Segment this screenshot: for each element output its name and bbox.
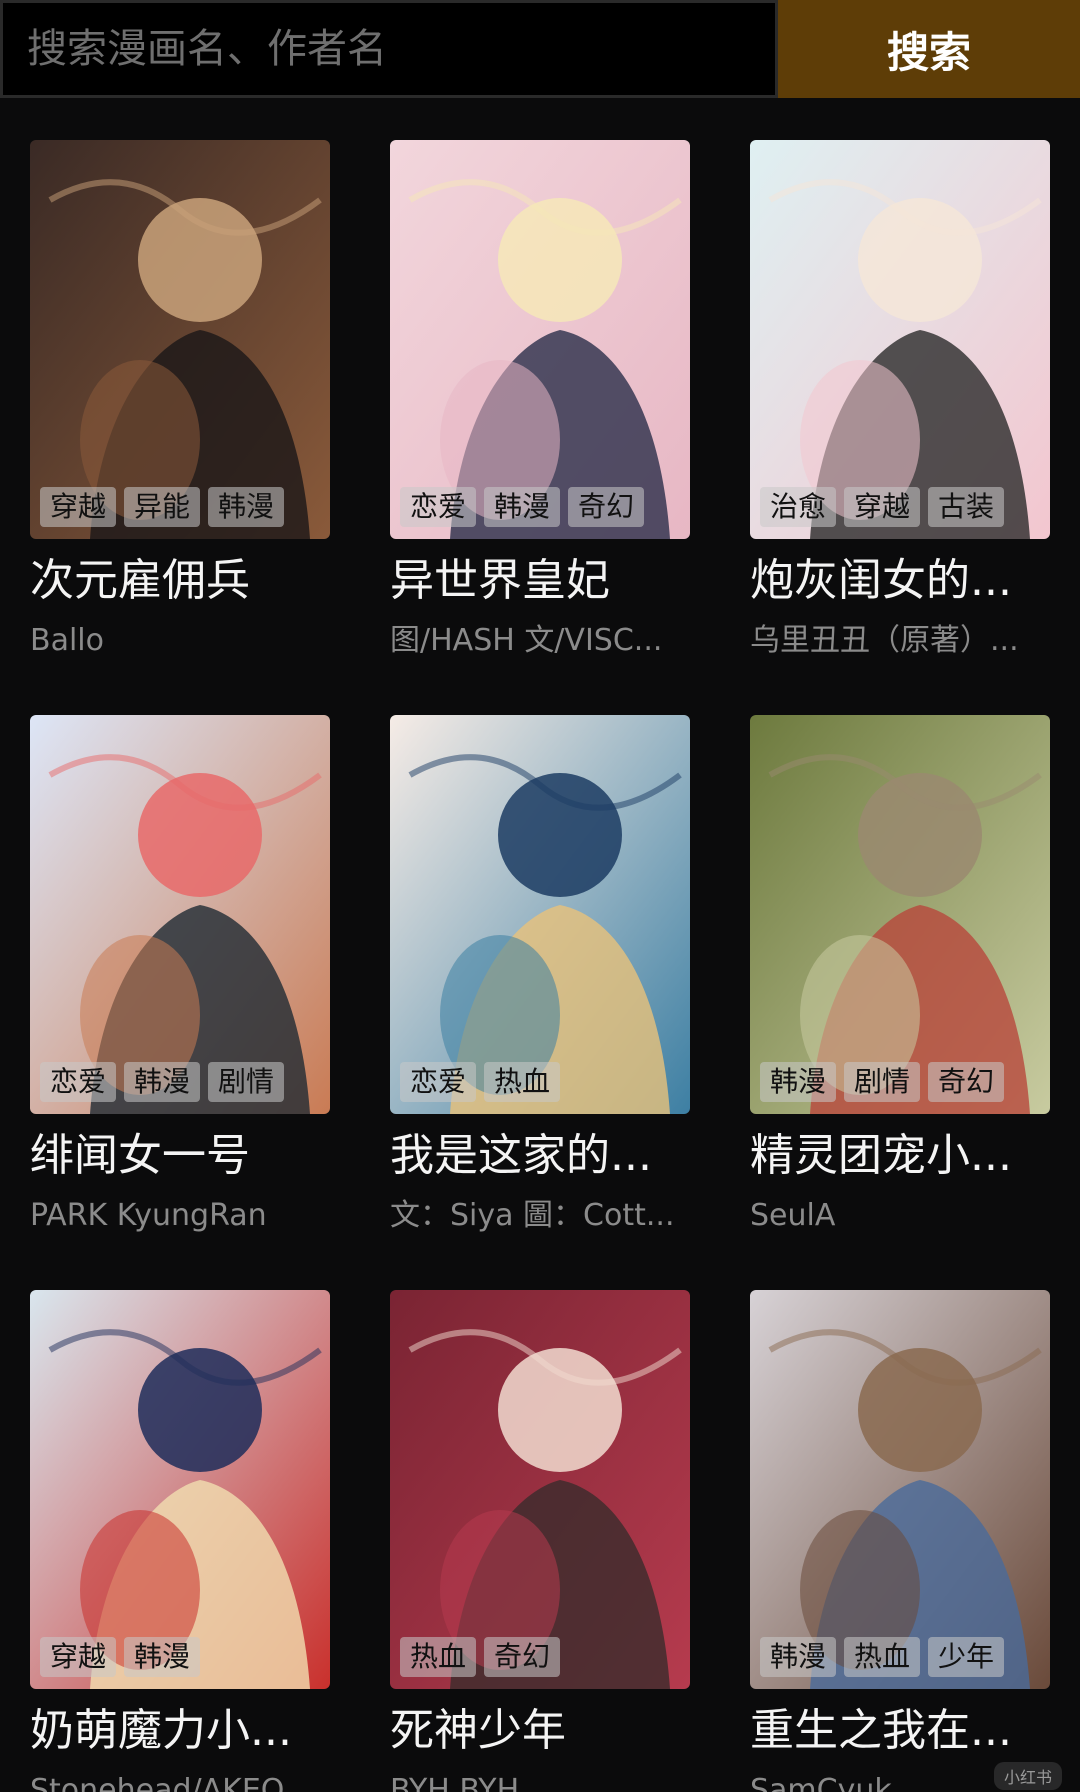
comic-card[interactable]: 穿越 异能 韩漫次元雇佣兵 Ballo: [30, 140, 330, 715]
watermark: 小红书: [993, 1762, 1062, 1790]
genre-tag: 韩漫: [124, 1062, 201, 1102]
comic-author: 图/HASH 文/VISC...: [390, 623, 663, 658]
genre-tag: 韩漫: [484, 487, 561, 527]
genre-tag: 热血: [844, 1637, 921, 1677]
comic-cover[interactable]: 恋爱 韩漫 剧情: [30, 715, 330, 1114]
genre-tag: 奇幻: [484, 1637, 561, 1677]
comic-title[interactable]: 精灵团宠小...: [750, 1128, 1050, 1184]
comic-author: Stonehead/AKEO: [30, 1773, 285, 1792]
search-button[interactable]: 搜索: [778, 0, 1080, 98]
comic-cover[interactable]: 穿越 韩漫: [30, 1290, 330, 1689]
comic-author: 文：Siya 圖：Cott...: [390, 1198, 675, 1233]
comic-card[interactable]: 恋爱 韩漫 奇幻异世界皇妃图/HASH 文/VISC...: [390, 140, 690, 715]
comic-author: SeulA: [750, 1198, 836, 1233]
genre-tag: 剧情: [208, 1062, 285, 1102]
comic-title[interactable]: 奶萌魔力小...: [30, 1703, 330, 1759]
tag-list: 恋爱 热血: [400, 1062, 561, 1102]
cover-image: [30, 1290, 330, 1689]
genre-tag: 恋爱: [40, 1062, 117, 1102]
tag-list: 恋爱 韩漫 奇幻: [400, 487, 645, 527]
cover-image: [30, 140, 330, 539]
comic-cover[interactable]: 穿越 异能 韩漫: [30, 140, 330, 539]
genre-tag: 恋爱: [400, 487, 477, 527]
comic-grid: 穿越 异能 韩漫 次元雇佣兵 Ballo 恋爱 韩漫 奇幻 异世界皇妃 图/HASH 文/VISC…: [30, 140, 1050, 1792]
genre-tag: 少年: [928, 1637, 1005, 1677]
genre-tag: 穿越: [40, 1637, 117, 1677]
comic-title[interactable]: 次元雇佣兵: [30, 553, 330, 609]
genre-tag: 韩漫: [124, 1637, 201, 1677]
genre-tag: 热血: [400, 1637, 477, 1677]
tag-list: 穿越 异能 韩漫: [40, 487, 285, 527]
genre-tag: 恋爱: [400, 1062, 477, 1102]
cover-image: [750, 140, 1050, 539]
comic-cover[interactable]: 恋爱 热血: [390, 715, 690, 1114]
app-root: 搜索 穿越异能韩漫次元雇佣兵Ballo恋爱韩漫奇幻异世界皇妃图/HASH 文/V…: [0, 0, 1080, 1792]
genre-tag: 剧情: [844, 1062, 921, 1102]
comic-card[interactable]: 热血 奇幻死神少年 BYH BYH: [390, 1290, 690, 1792]
genre-tag: 韩漫: [208, 487, 285, 527]
cover-image: [390, 1290, 690, 1689]
comic-author: PARK KyungRan: [30, 1198, 267, 1233]
comic-cover[interactable]: 治愈 穿越 古装: [750, 140, 1050, 539]
tag-list: 韩漫 剧情 奇幻: [760, 1062, 1005, 1102]
cover-image: [750, 715, 1050, 1114]
genre-tag: 奇幻: [568, 487, 645, 527]
comic-cover[interactable]: 恋爱 韩漫 奇幻: [390, 140, 690, 539]
genre-tag: 韩漫: [760, 1062, 837, 1102]
genre-tag: 韩漫: [760, 1637, 837, 1677]
genre-tag: 奇幻: [928, 1062, 1005, 1102]
comic-title[interactable]: 异世界皇妃: [390, 553, 690, 609]
search-bar: 搜索: [0, 0, 1080, 98]
cover-image: [30, 715, 330, 1114]
comic-card[interactable]: 韩漫 剧情 奇幻精灵团宠小... SeulA: [750, 715, 1050, 1290]
comic-cover[interactable]: 热血 奇幻: [390, 1290, 690, 1689]
genre-tag: 热血: [484, 1062, 561, 1102]
comic-card[interactable]: 韩漫 热血 少年 重生之我在... SamCyuk: [750, 1290, 1050, 1792]
comic-author: Ballo: [30, 623, 104, 658]
comic-title[interactable]: 死神少年: [390, 1703, 690, 1759]
tag-list: 治愈 穿越 古装: [760, 487, 1005, 527]
comic-author: 乌里丑丑（原著）...: [750, 623, 1019, 658]
genre-tag: 异能: [124, 487, 201, 527]
genre-tag: 治愈: [760, 487, 837, 527]
search-input[interactable]: [0, 0, 778, 98]
comic-author: BYH BYH: [390, 1773, 520, 1792]
comic-cover[interactable]: 韩漫 热血 少年: [750, 1290, 1050, 1689]
cover-image: [750, 1290, 1050, 1689]
comic-title[interactable]: 我是这家的...: [390, 1128, 690, 1184]
tag-list: 穿越 韩漫: [40, 1637, 201, 1677]
comic-card[interactable]: 恋爱 热血我是这家的... 文：Siya 圖：Cott...: [390, 715, 690, 1290]
comic-card[interactable]: 恋爱 韩漫 剧情绯闻女一号 PARK KyungRan: [30, 715, 330, 1290]
genre-tag: 穿越: [40, 487, 117, 527]
genre-tag: 穿越: [844, 487, 921, 527]
comic-title[interactable]: 重生之我在...: [750, 1703, 1050, 1759]
cover-image: [390, 715, 690, 1114]
genre-tag: 古装: [928, 487, 1005, 527]
comic-title[interactable]: 炮灰闺女的...: [750, 553, 1050, 609]
tag-list: 恋爱 韩漫 剧情: [40, 1062, 285, 1102]
tag-list: 韩漫 热血 少年: [760, 1637, 1005, 1677]
cover-image: [390, 140, 690, 539]
comic-card[interactable]: 治愈 穿越 古装炮灰闺女的... 乌里丑丑（原著）...: [750, 140, 1050, 715]
comic-cover[interactable]: 韩漫 剧情 奇幻: [750, 715, 1050, 1114]
comic-title[interactable]: 绯闻女一号: [30, 1128, 330, 1184]
comic-card[interactable]: 穿越 韩漫奶萌魔力小... Stonehead/AKEO: [30, 1290, 330, 1792]
tag-list: 热血 奇幻: [400, 1637, 561, 1677]
